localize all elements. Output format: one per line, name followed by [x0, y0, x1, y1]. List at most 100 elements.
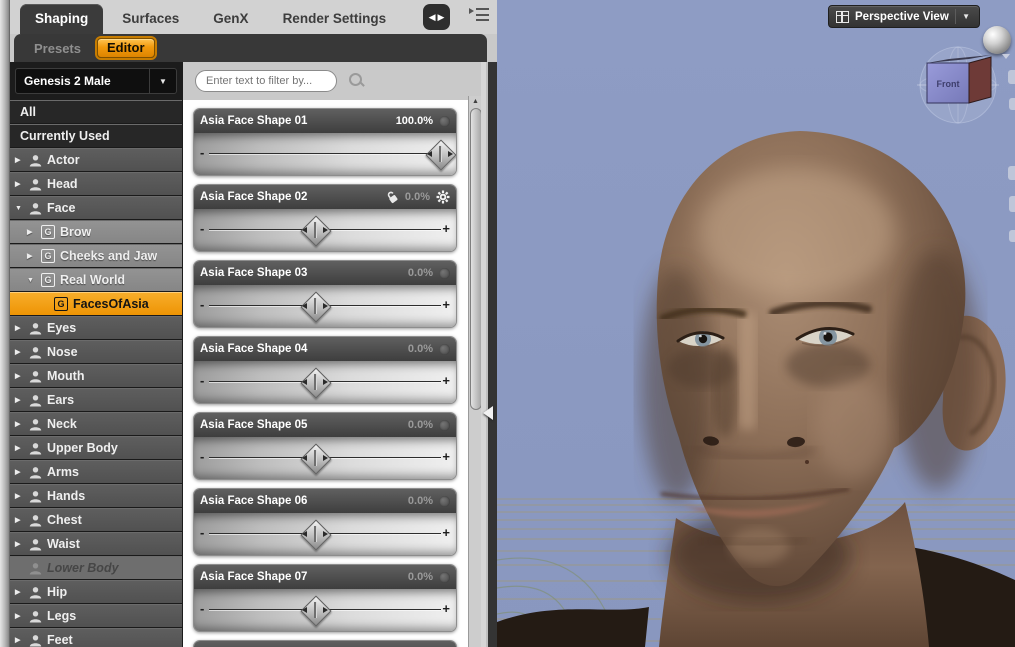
tab-genx[interactable]: GenX — [198, 4, 263, 34]
chevron-right-icon[interactable]: ▶ — [15, 397, 24, 404]
slider-list-scrollbar[interactable]: ▲ — [468, 96, 482, 647]
chevron-right-icon[interactable]: ▶ — [15, 373, 24, 380]
sidebar-item-chest[interactable]: ▶ Chest — [10, 508, 182, 532]
tab-scroll-right-icon[interactable]: ▶ — [438, 12, 445, 23]
slider-plus-button[interactable]: + — [442, 298, 450, 312]
slider-body[interactable]: -+ — [194, 361, 456, 403]
tab-scroll-left-icon[interactable]: ◀ — [429, 12, 436, 23]
gear-icon[interactable] — [436, 190, 450, 204]
tab-surfaces[interactable]: Surfaces — [107, 4, 194, 34]
sidebar-item-eyes[interactable]: ▶ Eyes — [10, 316, 182, 340]
clipped-tool-icon[interactable] — [1009, 196, 1015, 212]
slider-plus-button[interactable]: + — [442, 374, 450, 388]
slider-minus-button[interactable]: - — [200, 450, 204, 464]
camera-selector-button[interactable]: Perspective View ▼ — [828, 5, 980, 28]
subtab-presets[interactable]: Presets — [34, 41, 81, 56]
sidebar-item-actor[interactable]: ▶ Actor — [10, 148, 182, 172]
chevron-right-icon[interactable]: ▶ — [15, 541, 24, 548]
chevron-down-icon[interactable]: ▼ — [27, 277, 36, 284]
slider-minus-button[interactable]: - — [200, 526, 204, 540]
slider-plus-button[interactable]: + — [442, 602, 450, 616]
chevron-down-icon[interactable]: ▼ — [962, 12, 972, 21]
slider-plus-button[interactable]: + — [442, 450, 450, 464]
chevron-right-icon[interactable]: ▶ — [15, 493, 24, 500]
sidebar-item-mouth[interactable]: ▶ Mouth — [10, 364, 182, 388]
tab-scroll-buttons[interactable]: ◀ ▶ — [423, 4, 450, 30]
chevron-right-icon[interactable]: ▶ — [15, 613, 24, 620]
figure-selector-dropdown[interactable]: Genesis 2 Male ▼ — [15, 68, 177, 94]
sidebar-item-currently-used[interactable]: Currently Used — [10, 124, 182, 148]
slider-handle[interactable] — [424, 138, 456, 171]
slider-minus-button[interactable]: - — [200, 298, 204, 312]
sidebar-item-brow[interactable]: ▶ G Brow — [10, 220, 182, 244]
clipped-tool-icon[interactable] — [1008, 70, 1015, 84]
clipped-tool-icon[interactable] — [1008, 166, 1015, 180]
slider-minus-button[interactable]: - — [200, 374, 204, 388]
sidebar-item-hip[interactable]: ▶ Hip — [10, 580, 182, 604]
chevron-right-icon[interactable]: ▶ — [15, 157, 24, 164]
panel-viewport-divider[interactable] — [481, 62, 497, 647]
sidebar-item-facesofasia[interactable]: G FacesOfAsia — [10, 292, 182, 316]
slider-plus-button[interactable]: + — [442, 222, 450, 236]
slider-handle[interactable] — [299, 214, 332, 247]
sidebar-item-upper-body[interactable]: ▶ Upper Body — [10, 436, 182, 460]
filter-input[interactable] — [195, 70, 337, 92]
slider-body[interactable]: -+ — [194, 513, 456, 555]
clipped-tool-icon[interactable] — [1009, 230, 1015, 242]
parameter-dot-icon[interactable] — [439, 267, 450, 279]
chevron-right-icon[interactable]: ▶ — [15, 325, 24, 332]
tab-shaping[interactable]: Shaping — [20, 4, 104, 34]
chevron-right-icon[interactable]: ▶ — [15, 181, 24, 188]
chevron-right-icon[interactable]: ▶ — [27, 229, 36, 236]
slider-track[interactable] — [209, 153, 441, 154]
chevron-right-icon[interactable]: ▶ — [15, 637, 24, 644]
slider-body[interactable]: -+ — [194, 209, 456, 251]
parameter-dot-icon[interactable] — [439, 115, 450, 127]
slider-plus-button[interactable]: + — [442, 526, 450, 540]
slider-handle[interactable] — [299, 366, 332, 399]
chevron-down-icon[interactable] — [1002, 54, 1010, 59]
chevron-right-icon[interactable]: ▶ — [15, 421, 24, 428]
pane-menu-icon[interactable] — [469, 8, 489, 24]
parameter-dot-icon[interactable] — [439, 571, 450, 583]
unlock-icon[interactable] — [385, 190, 399, 204]
slider-body[interactable]: -+ — [194, 437, 456, 479]
chevron-down-icon[interactable]: ▼ — [15, 205, 24, 212]
slider-handle[interactable] — [299, 290, 332, 323]
search-icon[interactable] — [349, 73, 365, 89]
panel-collapse-arrow[interactable] — [483, 406, 493, 420]
sidebar-item-arms[interactable]: ▶ Arms — [10, 460, 182, 484]
chevron-down-icon[interactable]: ▼ — [149, 69, 176, 93]
parameter-dot-icon[interactable] — [439, 419, 450, 431]
chevron-right-icon[interactable]: ▶ — [15, 589, 24, 596]
sidebar-item-nose[interactable]: ▶ Nose — [10, 340, 182, 364]
slider-minus-button[interactable]: - — [200, 146, 204, 160]
view-cube-control[interactable]: Front — [915, 45, 1001, 125]
slider-minus-button[interactable]: - — [200, 222, 204, 236]
chevron-right-icon[interactable]: ▶ — [27, 253, 36, 260]
parameter-dot-icon[interactable] — [439, 495, 450, 507]
sidebar-item-feet[interactable]: ▶ Feet — [10, 628, 182, 647]
subtab-editor[interactable]: Editor — [96, 38, 155, 58]
sidebar-item-cheeks-and-jaw[interactable]: ▶ G Cheeks and Jaw — [10, 244, 182, 268]
sidebar-item-ears[interactable]: ▶ Ears — [10, 388, 182, 412]
chevron-right-icon[interactable]: ▶ — [15, 469, 24, 476]
sidebar-item-face[interactable]: ▼ Face — [10, 196, 182, 220]
chevron-right-icon[interactable]: ▶ — [15, 349, 24, 356]
viewport-3d[interactable]: Perspective View ▼ Front — [497, 0, 1015, 647]
chevron-right-icon[interactable]: ▶ — [15, 517, 24, 524]
sidebar-item-hands[interactable]: ▶ Hands — [10, 484, 182, 508]
chevron-right-icon[interactable]: ▶ — [15, 445, 24, 452]
slider-minus-button[interactable]: - — [200, 602, 204, 616]
sidebar-item-all[interactable]: All — [10, 100, 182, 124]
sidebar-item-neck[interactable]: ▶ Neck — [10, 412, 182, 436]
tab-render-settings[interactable]: Render Settings — [268, 4, 402, 34]
sidebar-item-real-world[interactable]: ▼ G Real World — [10, 268, 182, 292]
sidebar-item-waist[interactable]: ▶ Waist — [10, 532, 182, 556]
sidebar-item-head[interactable]: ▶ Head — [10, 172, 182, 196]
slider-handle[interactable] — [299, 518, 332, 551]
slider-handle[interactable] — [299, 594, 332, 627]
clipped-tool-icon[interactable] — [1009, 98, 1015, 110]
slider-body[interactable]: -+ — [194, 589, 456, 631]
slider-body[interactable]: -+ — [194, 285, 456, 327]
